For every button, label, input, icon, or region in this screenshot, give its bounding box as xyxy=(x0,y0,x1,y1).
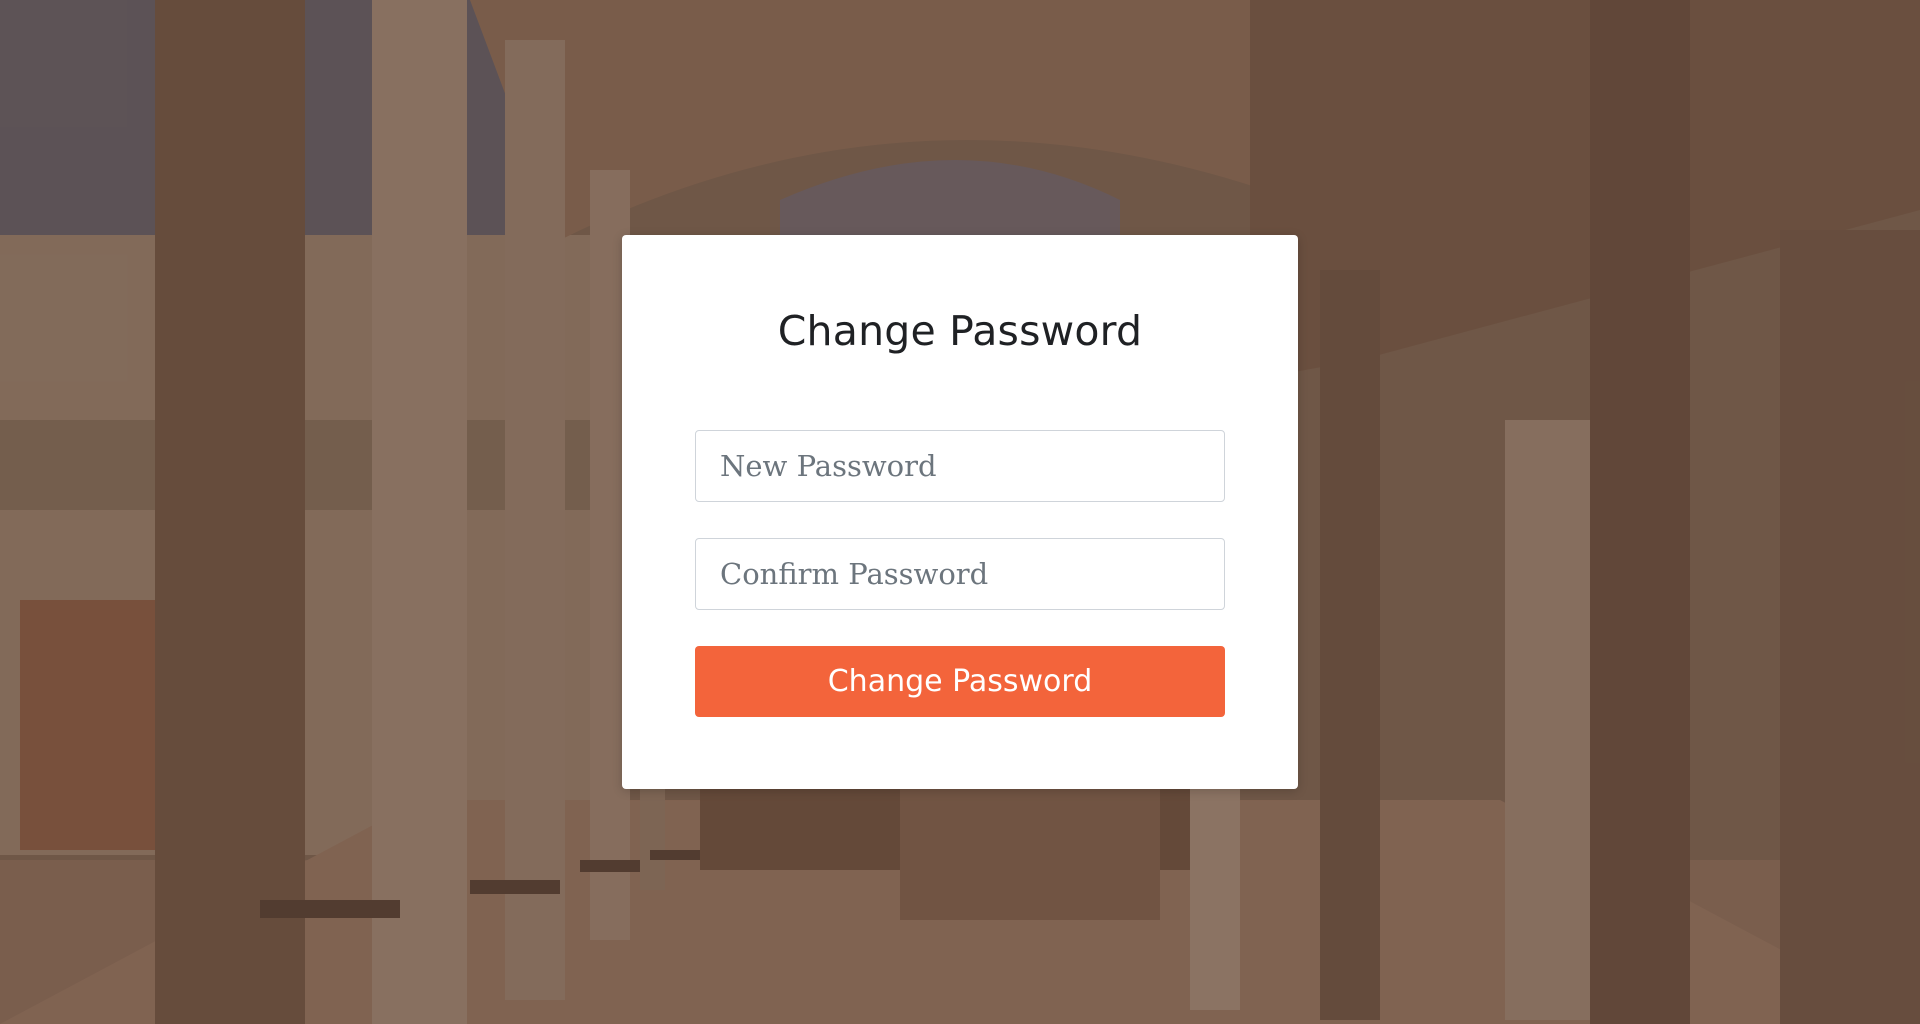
new-password-input[interactable] xyxy=(695,430,1225,502)
change-password-card: Change Password Change Password xyxy=(622,235,1298,789)
page-title: Change Password xyxy=(777,307,1143,355)
change-password-button[interactable]: Change Password xyxy=(695,646,1225,717)
change-password-page: Change Password Change Password xyxy=(0,0,1920,1024)
confirm-password-input[interactable] xyxy=(695,538,1225,610)
